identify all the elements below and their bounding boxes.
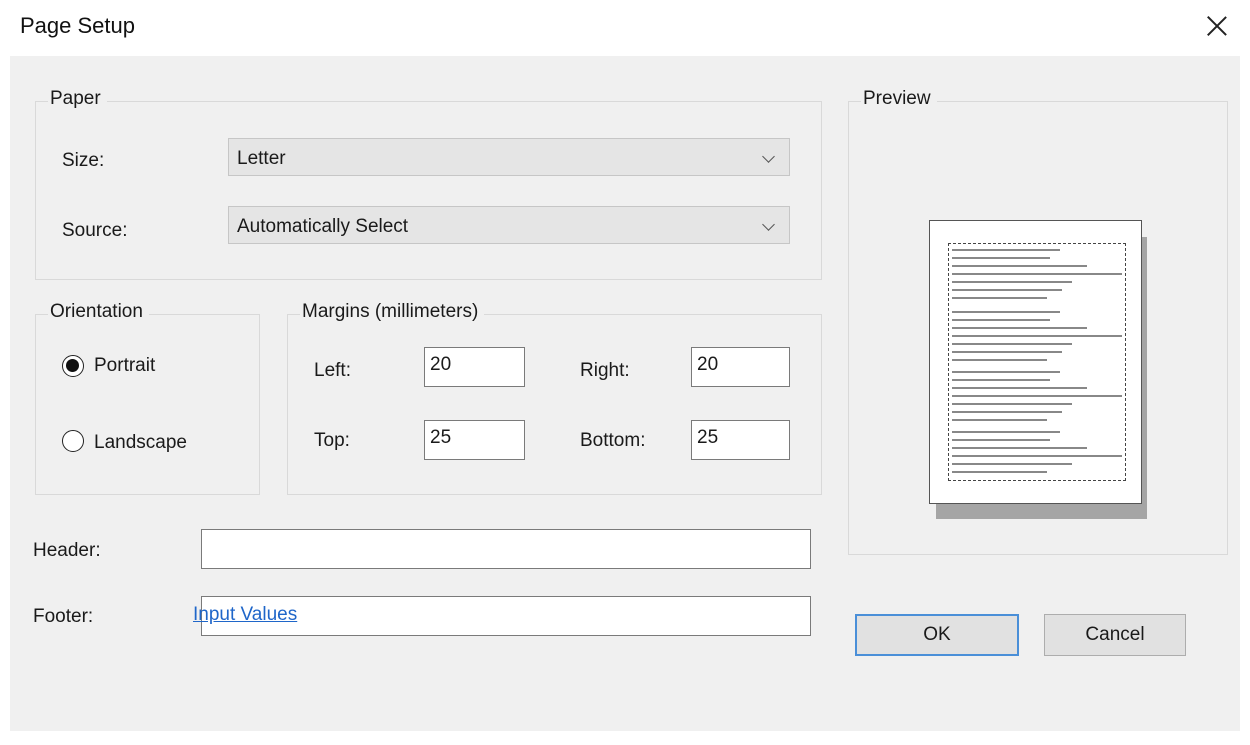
portrait-radio[interactable] [62,355,84,377]
paper-group: Paper [35,88,822,280]
paper-size-select[interactable]: Letter [228,138,790,176]
paper-size-value: Letter [237,148,286,169]
right-margin-label: Right: [580,360,630,381]
preview-text-line [952,273,1122,275]
bottom-margin-value: 25 [697,427,719,448]
preview-text-line [952,249,1060,251]
preview-text-line [952,371,1060,373]
margins-group: Margins (millimeters) [287,301,822,495]
preview-text-line [952,335,1122,337]
preview-text-line [952,297,1047,299]
right-margin-input[interactable]: 20 [691,347,790,387]
preview-text-line [952,351,1062,353]
preview-text-line [952,419,1047,421]
preview-text-line [952,319,1050,321]
paper-source-select[interactable]: Automatically Select [228,206,790,244]
preview-text-line [952,281,1072,283]
header-input[interactable] [201,529,811,569]
title-bar: Page Setup [0,0,1250,38]
top-margin-input[interactable]: 25 [424,420,525,460]
preview-group-label: Preview [861,88,937,110]
preview-text-line [952,387,1087,389]
preview-text-line [952,439,1050,441]
header-label: Header: [33,540,101,561]
right-margin-value: 20 [697,354,719,375]
preview-text-line [952,289,1062,291]
source-label: Source: [62,220,128,241]
paper-group-label: Paper [48,88,107,110]
preview-text-line [952,447,1087,449]
preview-text-line [952,395,1122,397]
left-margin-input[interactable]: 20 [424,347,525,387]
orientation-group-label: Orientation [48,301,149,323]
paper-source-value: Automatically Select [237,216,409,237]
preview-text-line [952,463,1072,465]
dialog-title: Page Setup [20,13,135,38]
top-margin-label: Top: [314,430,350,451]
landscape-label[interactable]: Landscape [94,432,187,454]
top-margin-value: 25 [430,427,452,448]
preview-text-line [952,411,1062,413]
preview-text-line [952,359,1047,361]
left-margin-label: Left: [314,360,351,381]
preview-margin-outline [948,243,1126,481]
landscape-radio[interactable] [62,430,84,452]
size-label: Size: [62,150,105,171]
close-icon[interactable] [1198,7,1234,43]
chevron-down-icon [762,218,775,231]
ok-button[interactable]: OK [855,614,1019,656]
preview-text-line [952,265,1087,267]
bottom-margin-input[interactable]: 25 [691,420,790,460]
portrait-label[interactable]: Portrait [94,355,155,377]
preview-page [929,220,1142,504]
margins-group-label: Margins (millimeters) [300,301,485,323]
cancel-button[interactable]: Cancel [1044,614,1186,656]
footer-label: Footer: [33,606,94,627]
orientation-group: Orientation [35,301,260,495]
preview-text-line [952,327,1087,329]
chevron-down-icon [762,150,775,163]
bottom-margin-label: Bottom: [580,430,646,451]
preview-text-line [952,343,1072,345]
preview-text-line [952,311,1060,313]
preview-text-line [952,431,1060,433]
preview-text-line [952,471,1047,473]
preview-text-line [952,379,1050,381]
input-values-link[interactable]: Input Values [193,604,297,626]
left-margin-value: 20 [430,354,452,375]
preview-text-line [952,403,1072,405]
radio-selected-dot [66,359,79,372]
preview-text-line [952,455,1122,457]
preview-text-line [952,257,1050,259]
